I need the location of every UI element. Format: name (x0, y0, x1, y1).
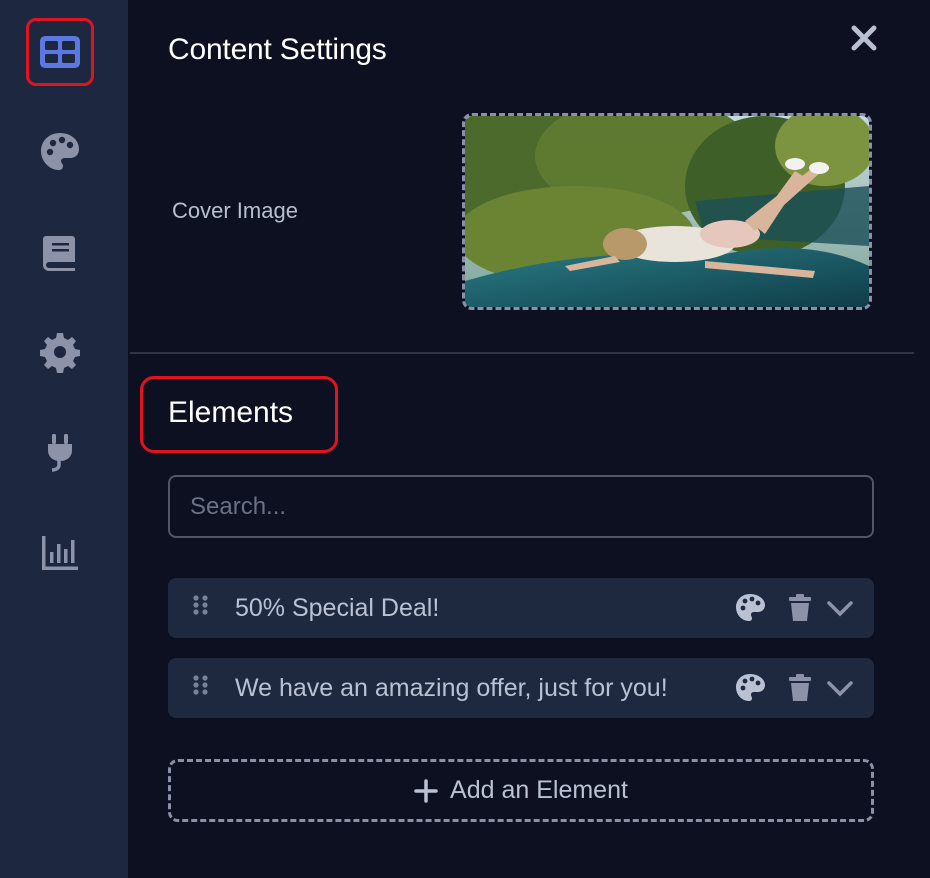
list-item-label: 50% Special Deal! (235, 594, 440, 622)
trash-icon[interactable] (784, 592, 816, 624)
book-icon (43, 236, 75, 271)
plus-icon (414, 778, 438, 803)
chart-icon (42, 536, 78, 570)
close-icon (851, 25, 877, 51)
sidebar-item-analytics[interactable] (26, 518, 94, 586)
plug-icon (48, 434, 72, 472)
list-item[interactable]: 50% Special Deal! (168, 578, 874, 638)
sidebar-item-layout[interactable] (26, 18, 94, 86)
list-item[interactable]: We have an amazing offer, just for you! (168, 658, 874, 718)
cover-image-picker[interactable] (462, 113, 872, 310)
page-title: Content Settings (168, 33, 387, 66)
palette-icon[interactable] (734, 672, 766, 704)
drag-handle-icon[interactable] (190, 674, 212, 702)
list-item-label: We have an amazing offer, just for you! (235, 674, 668, 702)
add-element-label: Add an Element (450, 776, 628, 804)
sidebar-item-theme[interactable] (26, 118, 94, 186)
content-settings-panel: Content Settings Cover Image Elements Se… (128, 0, 930, 878)
sidebar (0, 0, 128, 878)
cover-image-label: Cover Image (172, 198, 298, 223)
gear-icon (40, 333, 80, 373)
chevron-down-icon[interactable] (824, 672, 856, 704)
sidebar-item-settings[interactable] (26, 318, 94, 386)
add-element-button[interactable]: Add an Element (168, 759, 874, 822)
drag-handle-icon[interactable] (190, 594, 212, 622)
chevron-down-icon[interactable] (824, 592, 856, 624)
elements-heading: Elements (168, 396, 294, 429)
close-button[interactable] (844, 18, 884, 58)
search-input[interactable] (168, 475, 874, 538)
palette-icon[interactable] (734, 592, 766, 624)
cover-image-thumbnail (465, 116, 869, 307)
section-divider (130, 352, 914, 354)
palette-icon (41, 133, 79, 170)
trash-icon[interactable] (784, 672, 816, 704)
sidebar-item-library[interactable] (26, 218, 94, 286)
sidebar-item-integrations[interactable] (26, 418, 94, 486)
layout-grid-icon (40, 36, 80, 68)
